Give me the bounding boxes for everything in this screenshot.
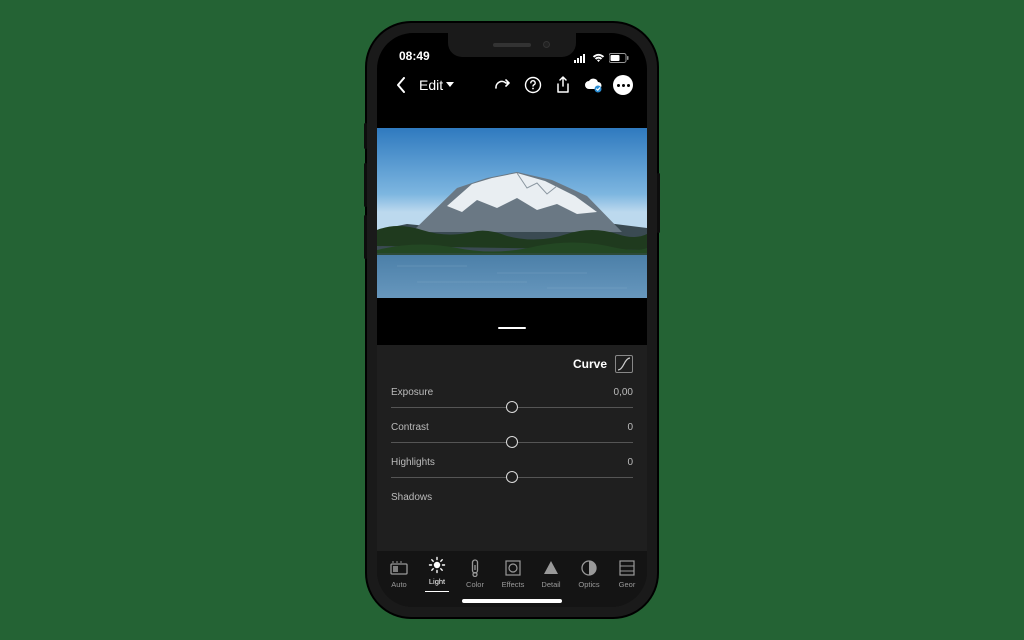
tab-label: Light xyxy=(429,577,445,586)
optics-icon xyxy=(580,559,598,577)
screen: 08:49 Edit xyxy=(377,33,647,607)
battery-icon xyxy=(609,53,629,63)
app-toolbar: Edit xyxy=(377,65,647,105)
slider-track[interactable] xyxy=(391,433,633,451)
slider-label: Highlights xyxy=(391,457,435,468)
more-button[interactable] xyxy=(611,73,635,97)
geor-icon xyxy=(618,559,636,577)
slider-label: Contrast xyxy=(391,422,429,433)
tab-label: Auto xyxy=(391,580,406,589)
chevron-down-icon xyxy=(446,82,454,88)
back-button[interactable] xyxy=(389,73,413,97)
edited-photo xyxy=(377,128,647,298)
tab-label: Effects xyxy=(502,580,525,589)
light-icon xyxy=(428,556,446,574)
redo-button[interactable] xyxy=(491,73,515,97)
drag-handle-icon xyxy=(498,327,526,329)
phone-frame: 08:49 Edit xyxy=(367,23,657,617)
tab-color[interactable]: Color xyxy=(457,559,493,589)
edit-label: Edit xyxy=(419,77,443,93)
detail-icon xyxy=(542,559,560,577)
tab-light[interactable]: Light xyxy=(419,556,455,593)
notch xyxy=(448,33,576,57)
tab-optics[interactable]: Optics xyxy=(571,559,607,589)
home-indicator[interactable] xyxy=(462,599,562,603)
status-time: 08:49 xyxy=(399,49,430,63)
slider-shadows: Shadows xyxy=(391,492,633,503)
slider-label: Exposure xyxy=(391,387,433,398)
slider-knob[interactable] xyxy=(506,436,518,448)
cloud-sync-button[interactable] xyxy=(581,73,605,97)
curve-icon xyxy=(617,357,631,371)
slider-track[interactable] xyxy=(391,398,633,416)
tab-label: Geor xyxy=(619,580,636,589)
tab-auto[interactable]: Auto xyxy=(381,559,417,589)
tab-geor[interactable]: Geor xyxy=(609,559,645,589)
slider-knob[interactable] xyxy=(506,471,518,483)
tab-label: Color xyxy=(466,580,484,589)
share-button[interactable] xyxy=(551,73,575,97)
curve-button[interactable] xyxy=(615,355,633,373)
tab-label: Detail xyxy=(541,580,560,589)
status-icons xyxy=(574,53,629,63)
signal-icon xyxy=(574,53,588,63)
color-icon xyxy=(466,559,484,577)
curve-label: Curve xyxy=(573,357,607,371)
slider-value: 0 xyxy=(627,422,633,433)
slider-highlights: Highlights 0 xyxy=(391,457,633,486)
slider-track[interactable] xyxy=(391,468,633,486)
tab-detail[interactable]: Detail xyxy=(533,559,569,589)
edit-dropdown[interactable]: Edit xyxy=(419,77,454,93)
slider-value: 0 xyxy=(627,457,633,468)
tab-effects[interactable]: Effects xyxy=(495,559,531,589)
slider-value: 0,00 xyxy=(614,387,633,398)
effects-icon xyxy=(504,559,522,577)
slider-contrast: Contrast 0 xyxy=(391,422,633,451)
slider-exposure: Exposure 0,00 xyxy=(391,387,633,416)
help-button[interactable] xyxy=(521,73,545,97)
auto-icon xyxy=(390,559,408,577)
slider-label: Shadows xyxy=(391,492,432,503)
photo-viewport[interactable] xyxy=(377,115,647,311)
panel-drag-area[interactable] xyxy=(377,311,647,345)
tab-label: Optics xyxy=(578,580,599,589)
slider-knob[interactable] xyxy=(506,401,518,413)
wifi-icon xyxy=(592,53,605,63)
